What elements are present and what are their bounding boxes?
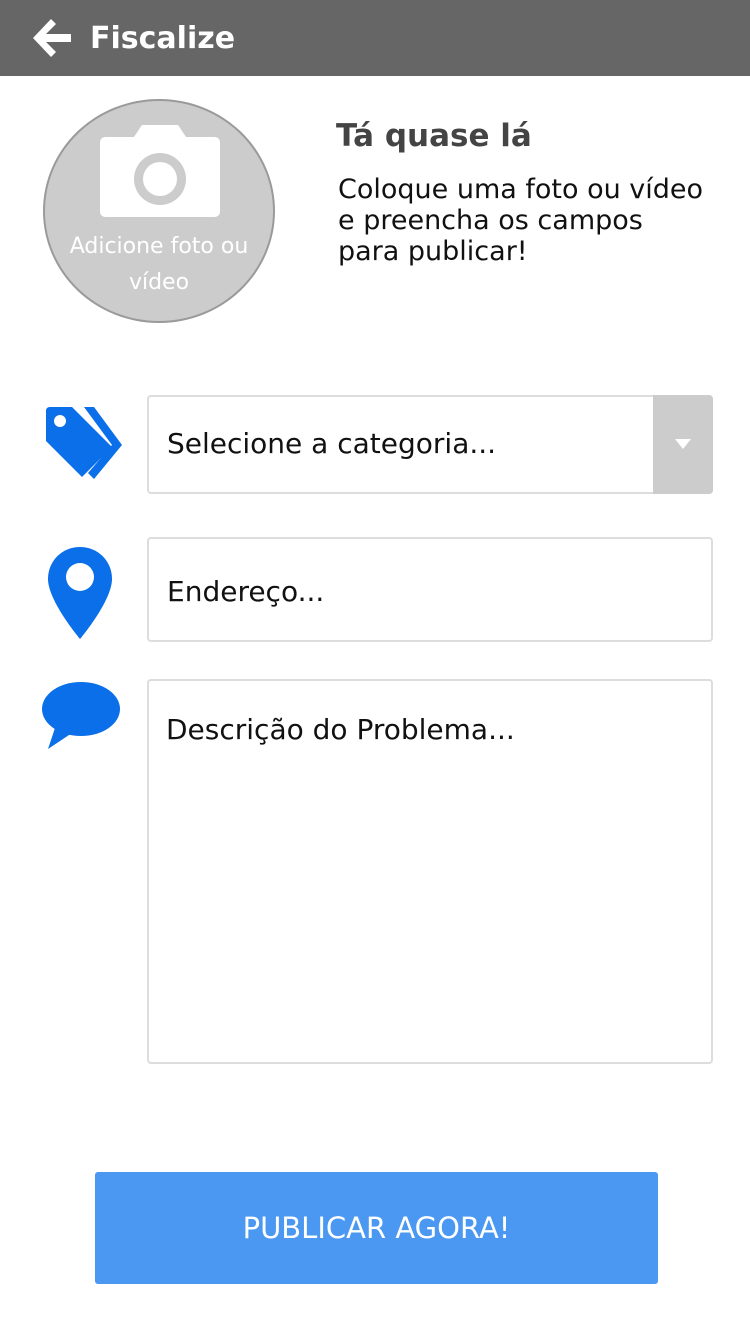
category-select-value: Selecione a categoria... <box>167 427 497 460</box>
publish-button[interactable]: PUBLICAR AGORA! <box>95 1172 658 1284</box>
page-instructions: Coloque uma foto ou vídeo e preencha os … <box>338 174 704 267</box>
arrow-left-icon <box>33 19 71 57</box>
category-select[interactable]: Selecione a categoria... <box>147 395 713 494</box>
chevron-down-icon <box>675 439 691 449</box>
camera-icon <box>100 125 220 217</box>
add-photo-button[interactable]: Adicione foto ou vídeo <box>43 99 275 323</box>
app-title: Fiscalize <box>90 21 236 56</box>
add-photo-label: Adicione foto ou vídeo <box>69 234 249 295</box>
description-placeholder: Descrição do Problema... <box>166 713 515 746</box>
top-bar: Fiscalize <box>0 0 750 76</box>
speech-bubble-icon <box>42 682 120 749</box>
app-screen: Fiscalize Adicione foto ou vídeo Tá quas… <box>0 0 750 1334</box>
category-dropdown-toggle[interactable] <box>653 395 713 494</box>
tags-icon <box>46 407 122 479</box>
address-placeholder: Endereço... <box>167 575 325 608</box>
description-textarea[interactable]: Descrição do Problema... <box>147 679 713 1064</box>
map-pin-icon <box>48 547 112 639</box>
page-headline: Tá quase lá <box>336 118 532 154</box>
back-button[interactable] <box>28 14 76 62</box>
address-input[interactable]: Endereço... <box>147 537 713 642</box>
